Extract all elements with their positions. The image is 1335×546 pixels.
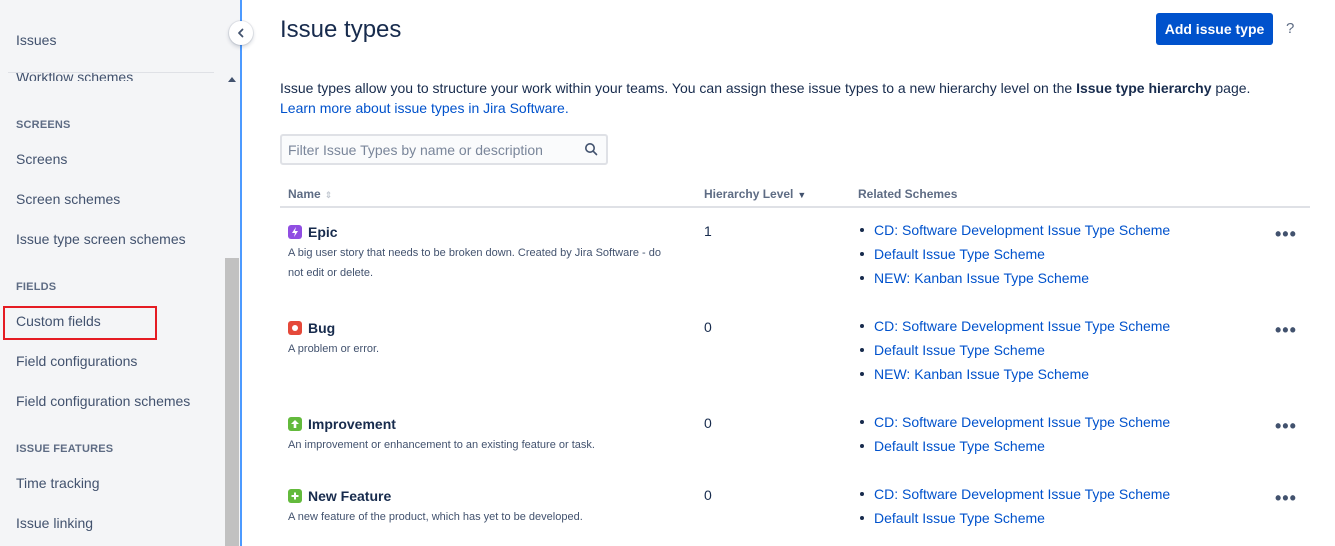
column-header-name-label: Name	[288, 187, 321, 201]
intro-text-before: Issue types allow you to structure your …	[280, 80, 1077, 96]
hierarchy-level: 0	[704, 319, 712, 335]
sidebar-item-issues[interactable]: Issues	[16, 32, 56, 48]
issue-type-description: A problem or error.	[288, 343, 380, 355]
sidebar-item-workflow-schemes[interactable]: Workflow schemes	[16, 67, 133, 81]
search-icon	[585, 143, 598, 156]
arrow-up-icon	[288, 417, 302, 431]
sort-icon: ⇕	[324, 190, 333, 200]
plus-icon	[288, 489, 302, 503]
help-icon[interactable]: ?	[1286, 20, 1294, 37]
related-schemes-list: CD: Software Development Issue Type Sche…	[858, 218, 1170, 290]
related-schemes-list: CD: Software Development Issue Type Sche…	[858, 410, 1170, 458]
scheme-link[interactable]: CD: Software Development Issue Type Sche…	[858, 410, 1170, 434]
hierarchy-level: 0	[704, 487, 712, 503]
scroll-up-arrow-icon[interactable]	[228, 77, 236, 82]
related-schemes-list: CD: Software Development Issue Type Sche…	[858, 482, 1170, 530]
column-header-hierarchy-label: Hierarchy Level	[704, 187, 794, 201]
sidebar-item-issue-linking[interactable]: Issue linking	[16, 515, 93, 531]
issue-type-name[interactable]: New Feature	[308, 488, 391, 504]
sidebar: Issues Workflow schemes SCREENS Screens …	[0, 0, 241, 546]
highlight-box	[3, 306, 157, 340]
column-header-schemes: Related Schemes	[858, 187, 957, 201]
page-title: Issue types	[280, 16, 402, 43]
sidebar-edge[interactable]	[240, 0, 242, 546]
issue-type-name[interactable]: Improvement	[308, 416, 396, 432]
sidebar-item-issue-type-screen-schemes[interactable]: Issue type screen schemes	[16, 231, 186, 247]
more-actions-button[interactable]: •••	[1275, 416, 1297, 437]
collapse-sidebar-button[interactable]	[229, 21, 253, 45]
intro-bold: Issue type hierarchy	[1076, 80, 1212, 96]
hierarchy-level: 0	[704, 415, 712, 431]
sidebar-item-screens[interactable]: Screens	[16, 151, 67, 167]
sort-down-icon: ▼	[797, 190, 807, 200]
related-schemes-list: CD: Software Development Issue Type Sche…	[858, 314, 1170, 386]
issue-type-description: An improvement or enhancement to an exis…	[288, 439, 595, 451]
scheme-link[interactable]: Default Issue Type Scheme	[858, 506, 1170, 530]
issue-type-description: A big user story that needs to be broken…	[288, 247, 661, 279]
chevron-left-icon	[238, 28, 244, 38]
learn-more-link[interactable]: Learn more about issue types in Jira Sof…	[280, 100, 569, 116]
add-issue-type-button[interactable]: Add issue type	[1156, 13, 1273, 45]
scheme-link[interactable]: NEW: Kanban Issue Type Scheme	[858, 362, 1170, 386]
scheme-link[interactable]: Default Issue Type Scheme	[858, 338, 1170, 362]
issue-type-name[interactable]: Epic	[308, 224, 338, 240]
scheme-link[interactable]: Default Issue Type Scheme	[858, 242, 1170, 266]
more-actions-button[interactable]: •••	[1275, 224, 1297, 245]
lightning-icon	[288, 225, 302, 239]
scheme-link[interactable]: CD: Software Development Issue Type Sche…	[858, 482, 1170, 506]
intro-text-after: page.	[1211, 80, 1251, 96]
column-header-name[interactable]: Name ⇕	[288, 187, 332, 201]
bug-icon	[288, 321, 302, 335]
filter-field[interactable]	[280, 134, 608, 165]
more-actions-button[interactable]: •••	[1275, 320, 1297, 341]
scheme-link[interactable]: CD: Software Development Issue Type Sche…	[858, 218, 1170, 242]
scheme-link[interactable]: Default Issue Type Scheme	[858, 434, 1170, 458]
scheme-link[interactable]: CD: Software Development Issue Type Sche…	[858, 314, 1170, 338]
table-header-divider	[280, 206, 1310, 208]
sidebar-item-field-configuration-schemes[interactable]: Field configuration schemes	[16, 393, 190, 409]
scrollbar-thumb[interactable]	[225, 258, 239, 546]
sidebar-heading-issue-features: ISSUE FEATURES	[16, 443, 114, 455]
column-header-schemes-label: Related Schemes	[858, 187, 958, 201]
sidebar-item-screen-schemes[interactable]: Screen schemes	[16, 191, 120, 207]
sidebar-heading-screens: SCREENS	[16, 119, 71, 131]
sidebar-heading-fields: FIELDS	[16, 281, 57, 293]
issue-type-description: A new feature of the product, which has …	[288, 511, 583, 523]
hierarchy-level: 1	[704, 223, 712, 239]
sidebar-item-time-tracking[interactable]: Time tracking	[16, 475, 100, 491]
more-actions-button[interactable]: •••	[1275, 488, 1297, 509]
sidebar-item-field-configurations[interactable]: Field configurations	[16, 353, 137, 369]
scheme-link[interactable]: NEW: Kanban Issue Type Scheme	[858, 266, 1170, 290]
column-header-hierarchy[interactable]: Hierarchy Level ▼	[704, 187, 806, 201]
filter-input[interactable]	[282, 136, 562, 163]
issue-type-name[interactable]: Bug	[308, 320, 335, 336]
intro-text: Issue types allow you to structure your …	[280, 78, 1290, 118]
sidebar-divider	[8, 72, 214, 73]
